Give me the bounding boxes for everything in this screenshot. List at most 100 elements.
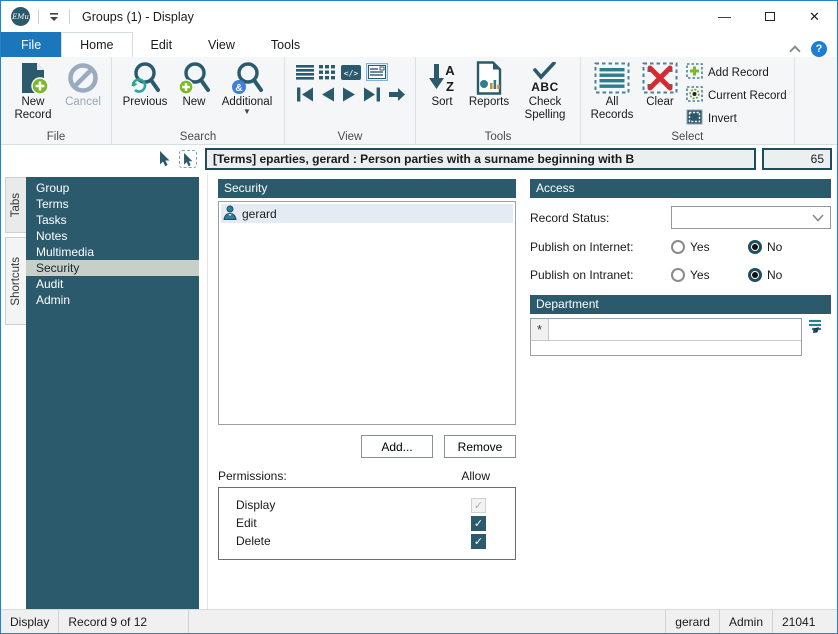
side-tab-shortcuts[interactable]: Shortcuts (5, 237, 26, 325)
sort-icon: A Z (426, 60, 458, 96)
quick-access-dropdown-icon[interactable] (47, 11, 61, 23)
chevron-down-icon (812, 213, 824, 222)
user-list-item[interactable]: gerard (221, 204, 513, 223)
close-button[interactable]: ✕ (792, 1, 837, 32)
emu-logo-icon[interactable]: EMu (11, 7, 30, 26)
side-tab-tabs[interactable]: Tabs (5, 177, 26, 233)
window-title: Groups (1) - Display (82, 9, 194, 24)
grid-view-icon[interactable] (319, 64, 336, 80)
list-view-icon[interactable] (296, 64, 314, 80)
current-record-button[interactable]: Current Record (686, 86, 787, 105)
code-view-icon[interactable]: </> (341, 64, 361, 80)
goto-record-icon[interactable] (388, 87, 406, 102)
check-spelling-button[interactable]: ABC Check Spelling (516, 59, 574, 122)
clear-selection-button[interactable]: Clear (639, 59, 681, 109)
tab-tools[interactable]: Tools (253, 32, 318, 57)
new-record-button[interactable]: New Record (7, 59, 59, 122)
clear-selection-icon (642, 60, 678, 96)
search-summary-text: [Terms] eparties, gerard : Person partie… (205, 148, 756, 170)
tab-view[interactable]: View (190, 32, 253, 57)
svg-text:A: A (445, 63, 455, 78)
page-view-icon[interactable] (366, 63, 388, 81)
add-user-button[interactable]: Add... (361, 435, 433, 458)
tab-home[interactable]: Home (61, 32, 133, 57)
delete-allow-checkbox[interactable]: ✓ (471, 533, 486, 549)
sidebar-item-notes[interactable]: Notes (26, 228, 199, 244)
publish-intranet-yes-radio[interactable]: Yes (671, 268, 748, 282)
ribbon-tab-row: File Home Edit View Tools ? (1, 32, 837, 57)
publish-intranet-no-radio[interactable]: No (748, 268, 825, 282)
tab-edit[interactable]: Edit (133, 32, 191, 57)
edit-allow-checkbox[interactable]: ✓ (471, 515, 486, 531)
reports-button[interactable]: Reports (464, 59, 514, 109)
pointer-icon[interactable] (158, 150, 171, 169)
collapse-ribbon-icon[interactable] (789, 45, 801, 57)
help-icon[interactable]: ? (811, 41, 827, 57)
additional-search-button[interactable]: & Additional ▼ (216, 59, 278, 116)
add-record-button[interactable]: Add Record (686, 63, 787, 82)
select-pointer-icon[interactable] (179, 150, 197, 168)
svg-text:&: & (235, 83, 242, 94)
radio-icon (671, 268, 685, 282)
last-record-icon[interactable] (363, 87, 381, 102)
status-mode: Display (1, 610, 60, 633)
tab-sidebar: Group Terms Tasks Notes Multimedia Secur… (26, 177, 199, 609)
cancel-icon (67, 60, 99, 96)
lookup-list-icon[interactable] (807, 318, 823, 338)
status-irn: 21041 (782, 614, 816, 629)
search-summary-row: [Terms] eparties, gerard : Person partie… (1, 145, 837, 173)
sort-button[interactable]: A Z Sort (422, 59, 462, 109)
record-count: 65 (762, 148, 832, 170)
previous-search-icon (128, 60, 162, 96)
sidebar-item-audit[interactable]: Audit (26, 276, 199, 292)
app-window: EMu Groups (1) - Display — ✕ File Home E… (0, 0, 838, 634)
publish-internet-yes-radio[interactable]: Yes (671, 240, 748, 254)
publish-internet-label: Publish on Internet: (530, 240, 634, 254)
ribbon-group-view: </> View (285, 57, 416, 144)
security-user-list[interactable]: gerard (218, 201, 516, 425)
permissions-label: Permissions: (218, 469, 287, 483)
radio-icon (748, 240, 762, 254)
record-status-label: Record Status: (530, 210, 610, 225)
record-status-combobox[interactable] (671, 206, 831, 229)
status-bar: Display Record 9 of 12 gerard Admin 2104… (1, 609, 837, 633)
department-input[interactable] (549, 319, 801, 340)
sidebar-item-security[interactable]: Security (26, 260, 199, 276)
ribbon-group-search: Previous New & Additional ▼ Search (112, 57, 285, 144)
minimize-button[interactable]: — (702, 1, 747, 32)
new-record-icon (16, 60, 50, 96)
cancel-button[interactable]: Cancel (61, 59, 105, 109)
new-search-icon (177, 60, 211, 96)
sidebar-item-terms[interactable]: Terms (26, 196, 199, 212)
display-allow-checkbox: ✓ (471, 497, 486, 513)
maximize-button[interactable] (747, 1, 792, 32)
sidebar-item-group[interactable]: Group (26, 180, 199, 196)
next-record-icon[interactable] (342, 87, 356, 102)
security-panel-header: Security (218, 179, 516, 198)
group-label-select: Select (671, 131, 704, 143)
first-record-icon[interactable] (296, 87, 314, 102)
permission-row-edit: Edit ✓ (219, 514, 515, 532)
content-area: Tabs Shortcuts Group Terms Tasks Notes M… (1, 173, 837, 609)
previous-search-button[interactable]: Previous (118, 59, 172, 109)
security-tab-page: Security gerard Add... Remove Permission… (207, 173, 837, 609)
all-records-button[interactable]: All Records (587, 59, 637, 122)
department-grid[interactable]: * (530, 318, 802, 356)
tab-file[interactable]: File (1, 32, 62, 57)
status-group: Admin (720, 610, 773, 633)
invert-selection-button[interactable]: Invert (686, 109, 787, 128)
sidebar-item-tasks[interactable]: Tasks (26, 212, 199, 228)
sidebar-item-multimedia[interactable]: Multimedia (26, 244, 199, 260)
reports-icon (474, 60, 504, 96)
group-label-tools: Tools (484, 131, 512, 143)
user-icon (223, 205, 237, 223)
previous-record-icon[interactable] (321, 87, 335, 102)
access-panel-header: Access (530, 179, 831, 198)
permission-row-display: Display ✓ (219, 496, 515, 514)
invert-selection-icon (686, 109, 703, 128)
radio-icon (671, 240, 685, 254)
new-search-button[interactable]: New (174, 59, 214, 109)
remove-user-button[interactable]: Remove (444, 435, 516, 458)
publish-internet-no-radio[interactable]: No (748, 240, 825, 254)
sidebar-item-admin[interactable]: Admin (26, 292, 199, 308)
